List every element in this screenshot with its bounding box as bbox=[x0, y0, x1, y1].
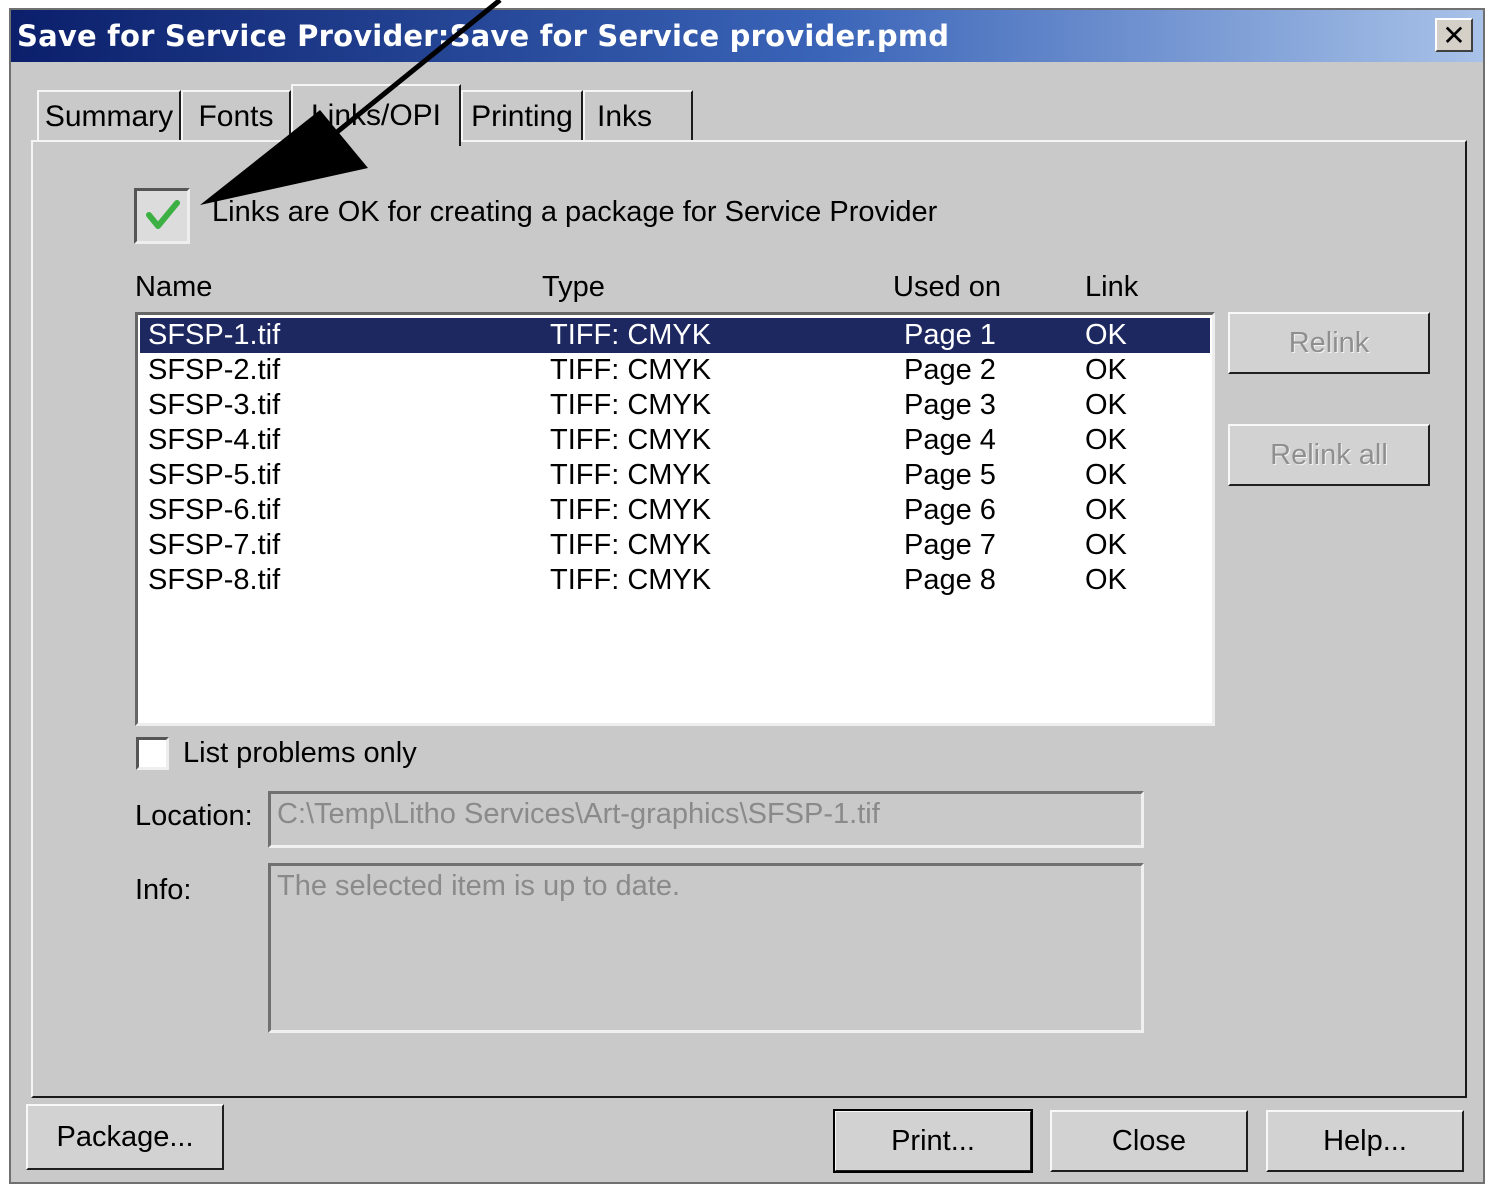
row-name: SFSP-4.tif bbox=[148, 424, 281, 456]
table-row[interactable]: SFSP-3.tif TIFF: CMYK Page 3 OK bbox=[140, 388, 1210, 423]
window-title: Save for Service Provider:Save for Servi… bbox=[17, 19, 950, 53]
tab-printing[interactable]: Printing bbox=[461, 90, 583, 142]
column-header-type[interactable]: Type bbox=[542, 271, 605, 304]
location-label: Location: bbox=[135, 800, 253, 832]
links-status-text: Links are OK for creating a package for … bbox=[212, 196, 938, 228]
row-name: SFSP-8.tif bbox=[148, 564, 281, 596]
tab-printing-label: Printing bbox=[471, 100, 573, 133]
column-header-used-on[interactable]: Used on bbox=[893, 271, 1001, 304]
tab-summary-label: Summary bbox=[44, 100, 174, 133]
help-button[interactable]: Help... bbox=[1266, 1110, 1464, 1172]
table-row[interactable]: SFSP-1.tif TIFF: CMYK Page 1 OK bbox=[140, 318, 1210, 353]
package-button[interactable]: Package... bbox=[26, 1104, 224, 1170]
row-type: TIFF: CMYK bbox=[550, 459, 712, 491]
tab-inks[interactable]: Inks bbox=[583, 90, 693, 142]
relink-all-button[interactable]: Relink all bbox=[1228, 424, 1430, 486]
row-used-on: Page 3 bbox=[904, 389, 996, 421]
info-label: Info: bbox=[135, 874, 192, 906]
tab-fonts[interactable]: Fonts bbox=[181, 90, 291, 142]
table-row[interactable]: SFSP-4.tif TIFF: CMYK Page 4 OK bbox=[140, 423, 1210, 458]
location-field[interactable]: C:\Temp\Litho Services\Art-graphics\SFSP… bbox=[268, 791, 1144, 848]
row-type: TIFF: CMYK bbox=[550, 494, 712, 526]
table-row[interactable]: SFSP-7.tif TIFF: CMYK Page 7 OK bbox=[140, 528, 1210, 563]
row-name: SFSP-3.tif bbox=[148, 389, 281, 421]
tab-links-opi[interactable]: Links/OPI bbox=[291, 84, 461, 146]
print-button[interactable]: Print... bbox=[833, 1109, 1033, 1173]
tab-fonts-label: Fonts bbox=[198, 100, 274, 133]
row-used-on: Page 2 bbox=[904, 354, 996, 386]
links-list[interactable]: SFSP-1.tif TIFF: CMYK Page 1 OK SFSP-2.t… bbox=[135, 312, 1215, 726]
row-link-status: OK bbox=[1085, 494, 1127, 526]
row-type: TIFF: CMYK bbox=[550, 354, 712, 386]
close-button[interactable]: Close bbox=[1050, 1110, 1248, 1172]
table-row[interactable]: SFSP-2.tif TIFF: CMYK Page 2 OK bbox=[140, 353, 1210, 388]
row-name: SFSP-5.tif bbox=[148, 459, 281, 491]
checkmark-icon bbox=[146, 200, 180, 229]
row-link-status: OK bbox=[1085, 319, 1127, 351]
close-window-button[interactable]: ✕ bbox=[1435, 18, 1473, 52]
row-name: SFSP-1.tif bbox=[148, 319, 281, 351]
row-link-status: OK bbox=[1085, 354, 1127, 386]
row-name: SFSP-6.tif bbox=[148, 494, 281, 526]
row-type: TIFF: CMYK bbox=[550, 529, 712, 561]
table-row[interactable]: SFSP-8.tif TIFF: CMYK Page 8 OK bbox=[140, 563, 1210, 598]
relink-button[interactable]: Relink bbox=[1228, 312, 1430, 374]
tab-inks-label: Inks bbox=[597, 100, 653, 133]
column-header-link[interactable]: Link bbox=[1085, 271, 1138, 304]
row-link-status: OK bbox=[1085, 529, 1127, 561]
row-used-on: Page 4 bbox=[904, 424, 996, 456]
row-name: SFSP-2.tif bbox=[148, 354, 281, 386]
row-used-on: Page 5 bbox=[904, 459, 996, 491]
tab-links-opi-label: Links/OPI bbox=[310, 99, 442, 132]
row-link-status: OK bbox=[1085, 424, 1127, 456]
row-used-on: Page 8 bbox=[904, 564, 996, 596]
close-icon: ✕ bbox=[1442, 18, 1466, 52]
row-used-on: Page 1 bbox=[904, 319, 996, 351]
column-header-name[interactable]: Name bbox=[135, 271, 212, 304]
table-row[interactable]: SFSP-5.tif TIFF: CMYK Page 5 OK bbox=[140, 458, 1210, 493]
row-name: SFSP-7.tif bbox=[148, 529, 281, 561]
links-ok-status-checkbox bbox=[134, 188, 190, 244]
tab-summary[interactable]: Summary bbox=[37, 90, 181, 142]
row-link-status: OK bbox=[1085, 564, 1127, 596]
title-bar[interactable]: Save for Service Provider:Save for Servi… bbox=[11, 10, 1483, 62]
row-link-status: OK bbox=[1085, 459, 1127, 491]
row-link-status: OK bbox=[1085, 389, 1127, 421]
info-field[interactable]: The selected item is up to date. bbox=[268, 863, 1144, 1033]
row-used-on: Page 6 bbox=[904, 494, 996, 526]
table-row[interactable]: SFSP-6.tif TIFF: CMYK Page 6 OK bbox=[140, 493, 1210, 528]
row-type: TIFF: CMYK bbox=[550, 424, 712, 456]
row-type: TIFF: CMYK bbox=[550, 319, 712, 351]
list-problems-label: List problems only bbox=[183, 737, 417, 769]
row-used-on: Page 7 bbox=[904, 529, 996, 561]
row-type: TIFF: CMYK bbox=[550, 564, 712, 596]
list-problems-checkbox[interactable] bbox=[136, 737, 169, 770]
row-type: TIFF: CMYK bbox=[550, 389, 712, 421]
